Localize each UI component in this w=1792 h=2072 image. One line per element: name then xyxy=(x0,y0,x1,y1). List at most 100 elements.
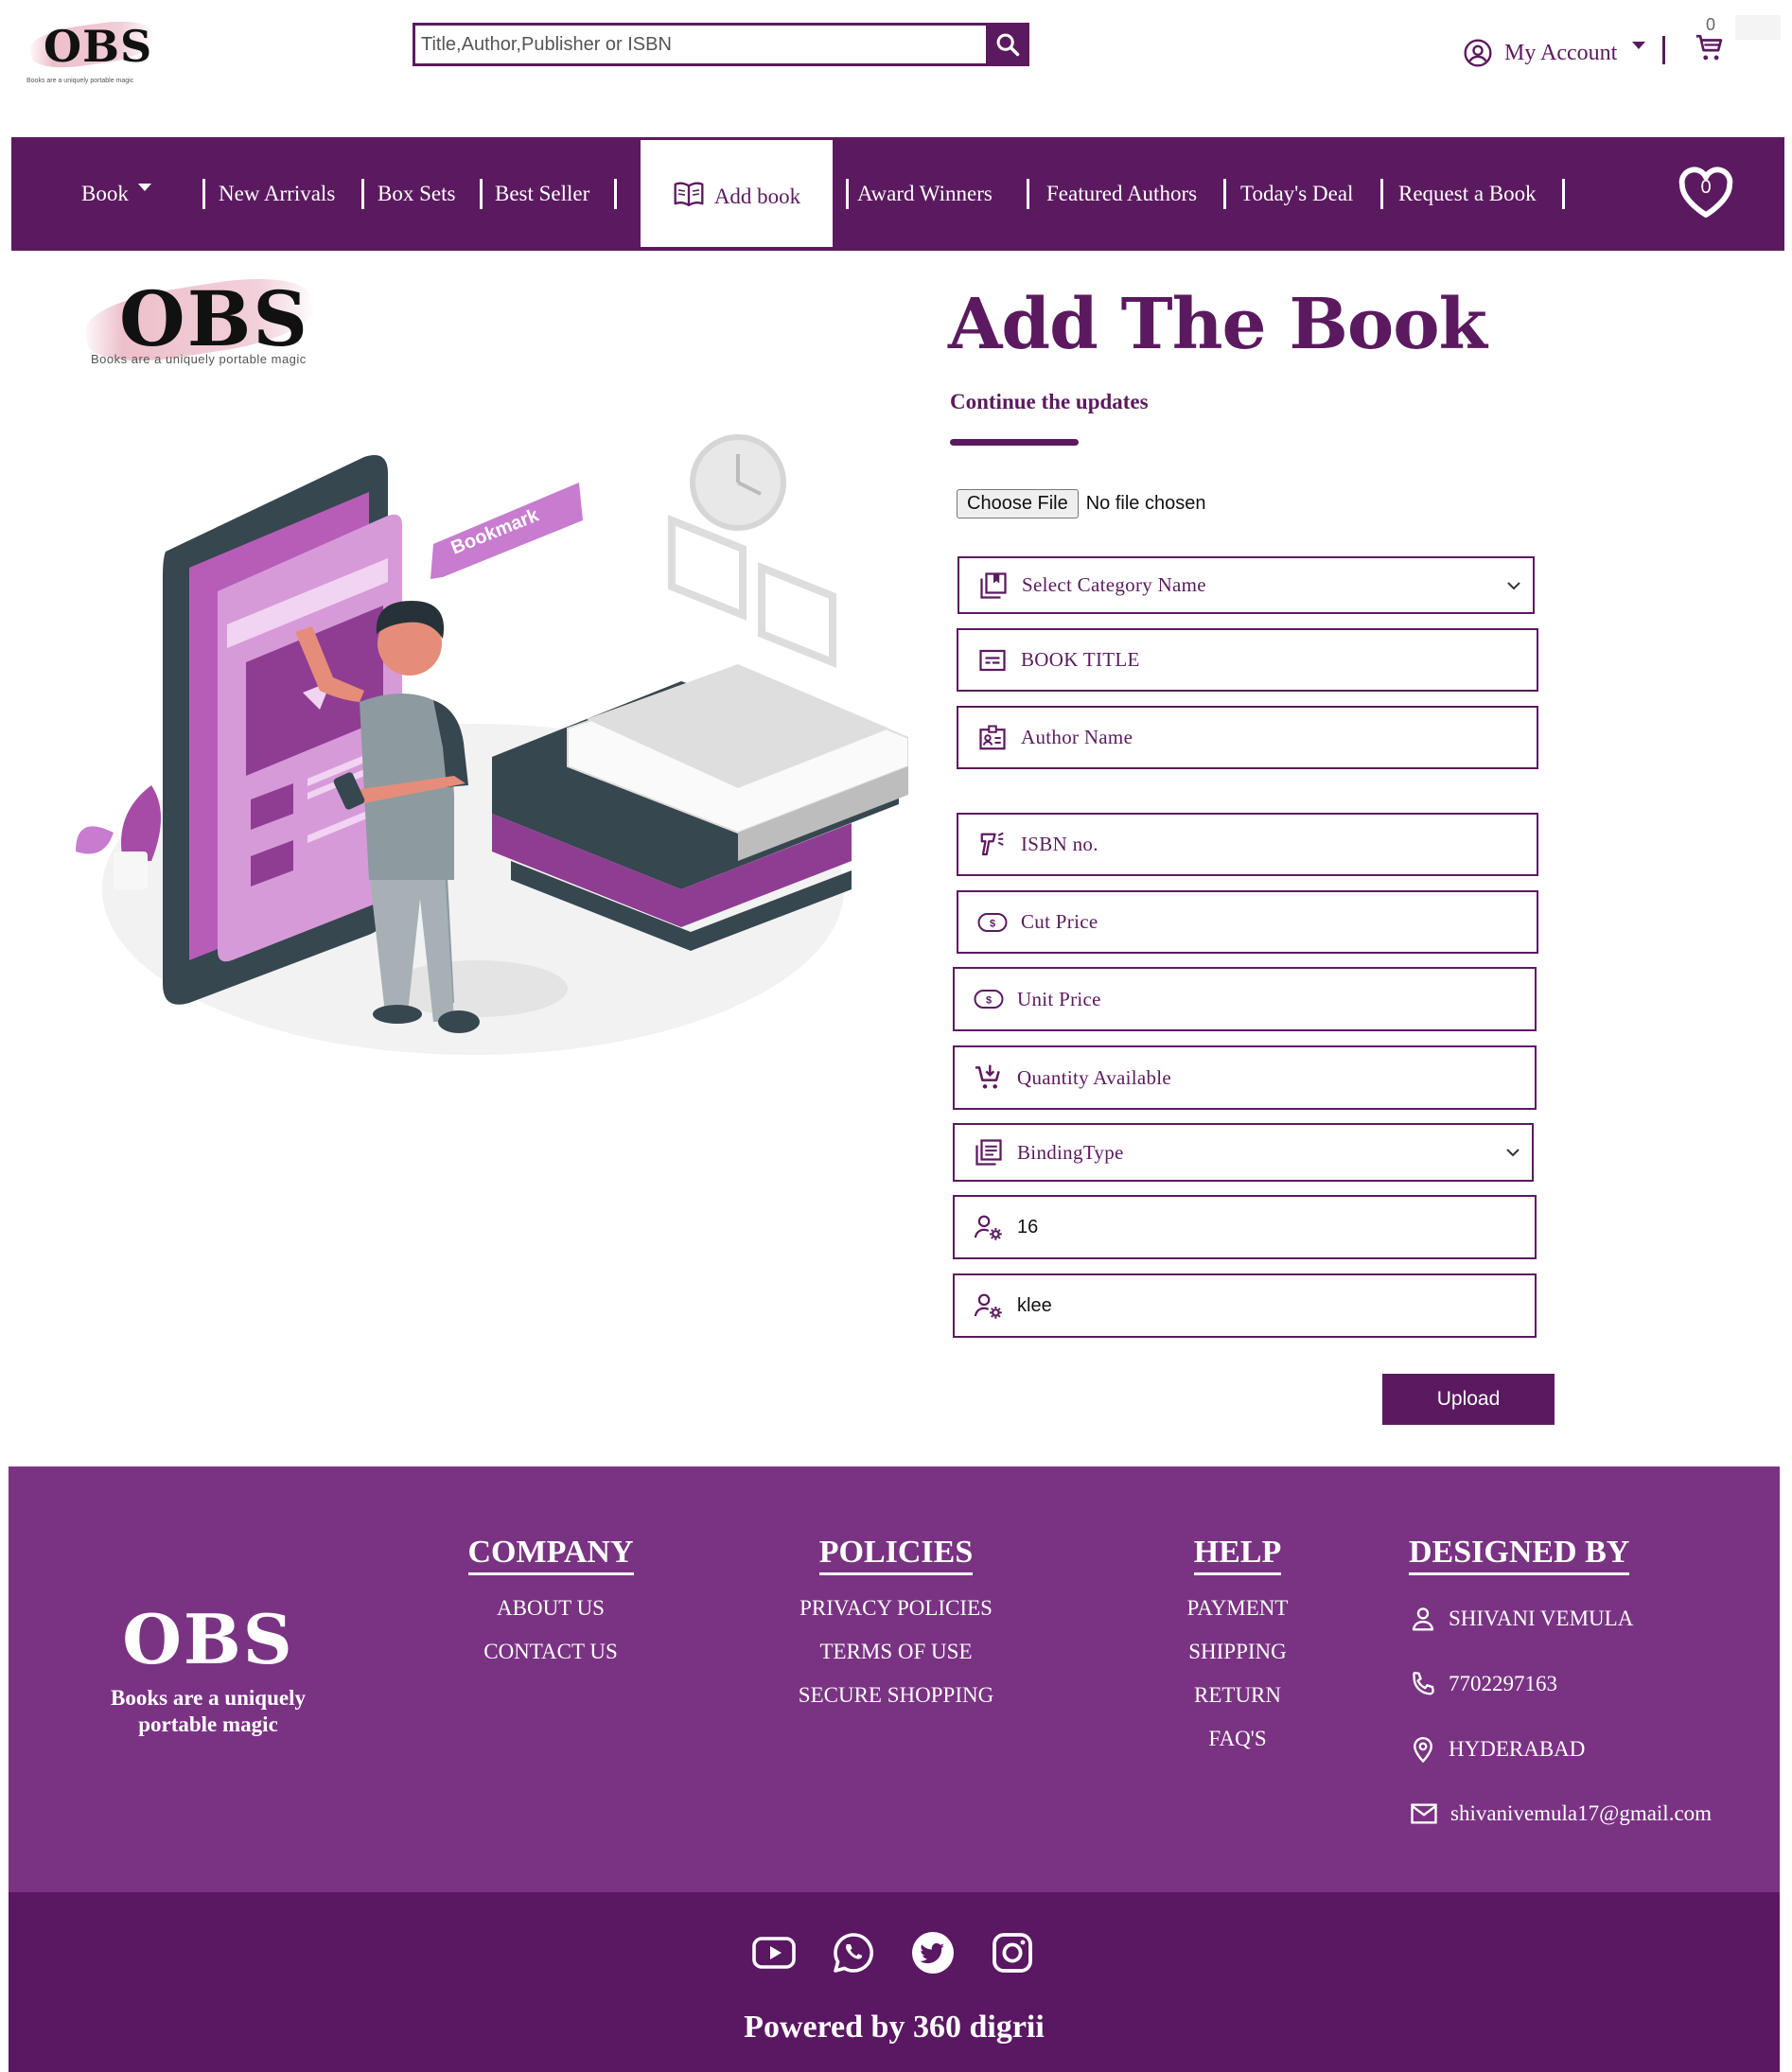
nav-item-featured-authors[interactable]: Featured Authors xyxy=(1046,137,1197,251)
twitter-icon[interactable] xyxy=(908,1928,957,1977)
my-account-menu[interactable]: My Account xyxy=(1463,36,1646,70)
book-title-placeholder: BOOK TITLE xyxy=(1021,648,1140,671)
wishlist-button[interactable]: 0 xyxy=(1676,164,1736,220)
designer-phone-row: 7702297163 xyxy=(1409,1670,1557,1698)
nav-divider xyxy=(846,179,849,209)
isbn-field[interactable]: ISBN no. xyxy=(957,813,1538,876)
footer-heading: COMPANY xyxy=(467,1535,634,1575)
footer-policies: POLICIES PRIVACY POLICIES TERMS OF USE S… xyxy=(778,1535,1014,1708)
document-stack-icon xyxy=(972,1135,1006,1169)
nav-item-award-winners[interactable]: Award Winners xyxy=(857,137,993,251)
designer-city: HYDERABAD xyxy=(1449,1737,1586,1761)
youtube-icon[interactable] xyxy=(749,1928,799,1977)
nav-item-add-book[interactable]: Add book xyxy=(641,140,833,247)
user-gear-icon xyxy=(972,1210,1006,1244)
unit-price-field[interactable]: $ Unit Price xyxy=(953,967,1537,1031)
nav-item-label: Book xyxy=(81,182,129,205)
search-bar xyxy=(413,23,1029,66)
footer-heading: POLICIES xyxy=(818,1535,974,1575)
search-input[interactable] xyxy=(415,26,985,63)
footer-help: HELP PAYMENT SHIPPING RETURN FAQ'S xyxy=(1162,1535,1313,1751)
logo-word: OBS xyxy=(44,21,153,72)
quantity-field[interactable]: Quantity Available xyxy=(953,1045,1537,1110)
author-name-field[interactable]: Author Name xyxy=(957,706,1538,769)
nav-item-box-sets[interactable]: Box Sets xyxy=(378,137,455,251)
footer-link-faqs[interactable]: FAQ'S xyxy=(1162,1727,1313,1751)
social-links xyxy=(749,1928,1037,1977)
nav-divider xyxy=(1027,179,1029,209)
chevron-down-icon xyxy=(137,184,151,191)
designer-phone[interactable]: 7702297163 xyxy=(1449,1672,1557,1696)
nav-item-new-arrivals[interactable]: New Arrivals xyxy=(219,137,335,251)
user-setting-field-2[interactable]: klee xyxy=(953,1273,1537,1338)
footer-tagline: Books are a uniquely portable magic xyxy=(111,1686,306,1736)
whatsapp-icon[interactable] xyxy=(829,1928,878,1977)
chevron-down-icon xyxy=(1632,42,1646,49)
main-nav: Book New Arrivals Box Sets Best Seller A… xyxy=(11,137,1784,251)
designer-email[interactable]: shivanivemula17@gmail.com xyxy=(1450,1801,1712,1826)
svg-text:$: $ xyxy=(990,918,995,929)
nav-divider xyxy=(361,179,364,209)
user-setting-field-1[interactable]: 16 xyxy=(953,1195,1537,1259)
footer-company: COMPANY ABOUT US CONTACT US xyxy=(447,1535,655,1664)
binding-type-select[interactable]: BindingType xyxy=(953,1123,1534,1182)
library-icon xyxy=(976,569,1010,603)
isbn-placeholder: ISBN no. xyxy=(1021,833,1098,855)
brand-logo-large: OBS Books are a uniquely portable magic xyxy=(76,268,322,378)
footer-designed-by: DESIGNED BY SHIVANI VEMULA 7702297163 HY… xyxy=(1409,1535,1712,1825)
title-card-icon xyxy=(975,643,1010,677)
nav-divider xyxy=(614,179,617,209)
footer-link-secure-shopping[interactable]: SECURE SHOPPING xyxy=(778,1683,1014,1708)
cut-price-placeholder: Cut Price xyxy=(1021,910,1098,933)
mail-icon xyxy=(1411,1803,1437,1824)
nav-item-todays-deal[interactable]: Today's Deal xyxy=(1240,137,1353,251)
footer-heading: HELP xyxy=(1193,1535,1282,1575)
designer-name-row: SHIVANI VEMULA xyxy=(1409,1605,1633,1633)
site-logo[interactable]: OBS Books are a uniquely portable magic xyxy=(21,16,163,84)
header-placeholder xyxy=(1735,15,1781,40)
user-circle-icon xyxy=(1464,39,1492,67)
nav-item-book[interactable]: Book xyxy=(81,137,151,251)
location-pin-icon xyxy=(1414,1736,1432,1764)
person-icon xyxy=(1412,1607,1434,1631)
footer-link-contact-us[interactable]: CONTACT US xyxy=(447,1640,655,1664)
choose-file-button[interactable]: Choose File xyxy=(957,489,1079,518)
nav-divider xyxy=(1562,179,1565,209)
book-title-field[interactable]: BOOK TITLE xyxy=(957,628,1538,692)
cut-price-field[interactable]: $ Cut Price xyxy=(957,890,1538,954)
footer-link-payment[interactable]: PAYMENT xyxy=(1162,1596,1313,1621)
category-placeholder: Select Category Name xyxy=(1022,573,1206,596)
footer-logo: OBS xyxy=(122,1599,294,1679)
search-button[interactable] xyxy=(986,23,1029,66)
footer-link-about-us[interactable]: ABOUT US xyxy=(447,1596,655,1621)
logo-word: OBS xyxy=(119,274,310,363)
footer-link-privacy[interactable]: PRIVACY POLICIES xyxy=(778,1596,1014,1621)
field-value: klee xyxy=(1017,1294,1052,1316)
nav-item-request-a-book[interactable]: Request a Book xyxy=(1398,137,1537,251)
upload-button[interactable]: Upload xyxy=(1382,1374,1555,1425)
title-underline xyxy=(950,439,1079,446)
designer-city-row: HYDERABAD xyxy=(1409,1735,1585,1764)
nav-divider xyxy=(202,179,205,209)
designer-email-row: shivanivemula17@gmail.com xyxy=(1409,1800,1712,1828)
category-select[interactable]: Select Category Name xyxy=(957,556,1535,614)
file-status: No file chosen xyxy=(1085,493,1206,514)
footer-heading: DESIGNED BY xyxy=(1409,1535,1630,1575)
nav-divider xyxy=(1223,179,1226,209)
logo-tagline: Books are a uniquely portable magic xyxy=(91,352,307,366)
nav-item-best-seller[interactable]: Best Seller xyxy=(495,137,589,251)
footer-brand: OBS Books are a uniquely portable magic xyxy=(85,1599,331,1738)
footer-link-shipping[interactable]: SHIPPING xyxy=(1162,1640,1313,1664)
binding-placeholder: BindingType xyxy=(1017,1140,1124,1164)
footer-link-terms[interactable]: TERMS OF USE xyxy=(778,1640,1014,1664)
svg-text:$: $ xyxy=(986,995,992,1007)
nav-item-label: Add book xyxy=(713,184,801,208)
footer-link-return[interactable]: RETURN xyxy=(1162,1683,1313,1708)
phone-icon xyxy=(1413,1671,1434,1695)
wishlist-count: 0 xyxy=(1700,177,1712,198)
form-subtitle: Continue the updates xyxy=(950,390,1149,413)
logo-tagline: Books are a uniquely portable magic xyxy=(26,78,134,84)
instagram-icon[interactable] xyxy=(988,1928,1037,1977)
cart-button[interactable] xyxy=(1694,32,1726,69)
contact-card-icon xyxy=(975,721,1010,755)
